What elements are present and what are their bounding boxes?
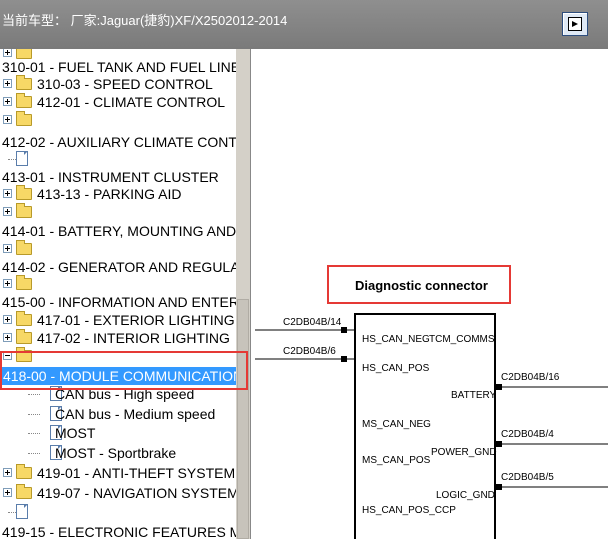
pin-label: MS_CAN_NEG xyxy=(362,419,431,430)
pin-label: HS_CAN_POS_CCP xyxy=(362,505,456,516)
expand-icon[interactable] xyxy=(3,207,12,216)
tree-item-label[interactable]: 310-01 - FUEL TANK AND FUEL LINES xyxy=(2,58,236,76)
pin-label: MS_CAN_POS xyxy=(362,455,431,466)
expand-icon[interactable] xyxy=(3,468,12,477)
pin-label: HS_CAN_NEG xyxy=(362,334,430,345)
diagram-title-highlight xyxy=(327,265,511,304)
tree-connector xyxy=(28,433,40,434)
tree-item-label[interactable]: 417-02 - INTERIOR LIGHTING xyxy=(37,329,230,347)
folder-icon xyxy=(16,240,32,255)
pin-label: BATTERY xyxy=(451,390,497,401)
title-bar: 当前车型： 厂家:Jaguar(捷豹)XF/X2502012-2014 xyxy=(0,0,608,49)
expand-icon[interactable] xyxy=(3,315,12,324)
pin-terminal xyxy=(496,384,502,390)
folder-icon xyxy=(16,75,32,90)
pin-terminal xyxy=(496,441,502,447)
expand-icon[interactable] xyxy=(3,189,12,198)
tree-item-label[interactable]: MOST - Sportbrake xyxy=(55,444,176,462)
expand-icon[interactable] xyxy=(3,488,12,497)
folder-icon xyxy=(16,93,32,108)
play-icon xyxy=(568,17,582,31)
wire-label: C2DB04B/6 xyxy=(283,346,336,357)
tree-item-label[interactable]: 414-01 - BATTERY, MOUNTING AND CABLES xyxy=(2,222,236,240)
pin-terminal xyxy=(341,356,347,362)
tree-connector xyxy=(28,394,40,395)
document-icon xyxy=(16,504,28,519)
expand-icon[interactable] xyxy=(3,79,12,88)
wire-label: C2DB04B/5 xyxy=(501,472,554,483)
section-tree[interactable]: 310-01 - FUEL TANK AND FUEL LINES 310-03 … xyxy=(0,49,236,539)
tree-item-label[interactable]: 419-07 - NAVIGATION SYSTEM xyxy=(37,484,236,502)
tree-connector xyxy=(28,453,40,454)
folder-icon xyxy=(16,329,32,344)
tree-selection-highlight xyxy=(0,351,248,390)
tree-scrollbar[interactable] xyxy=(236,49,250,539)
scrollbar-thumb[interactable] xyxy=(237,299,249,539)
folder-icon xyxy=(16,275,32,290)
expand-icon[interactable] xyxy=(3,244,12,253)
tree-item-label[interactable]: CAN bus - Medium speed xyxy=(55,405,215,423)
pin-terminal xyxy=(341,327,347,333)
folder-icon xyxy=(16,484,32,499)
wire-label: C2DB04B/16 xyxy=(501,372,560,383)
nav-button[interactable] xyxy=(562,12,588,36)
tree-connector xyxy=(28,414,40,415)
tree-item-label[interactable]: 414-02 - GENERATOR AND REGULATOR xyxy=(2,258,236,276)
tree-item-label[interactable]: 415-00 - INFORMATION AND ENTERTAINMENT xyxy=(2,293,236,311)
pin-label: POWER_GND xyxy=(431,447,497,458)
expand-icon[interactable] xyxy=(3,97,12,106)
folder-icon xyxy=(16,185,32,200)
folder-icon xyxy=(16,311,32,326)
wire-label: C2DB04B/14 xyxy=(283,317,342,328)
expand-icon[interactable] xyxy=(3,279,12,288)
tree-item-label[interactable]: 412-02 - AUXILIARY CLIMATE CONTROL xyxy=(2,133,236,151)
folder-icon xyxy=(16,203,32,218)
wire-label: C2DB04B/4 xyxy=(501,429,554,440)
tree-item-label[interactable]: 417-01 - EXTERIOR LIGHTING xyxy=(37,311,235,329)
expand-icon[interactable] xyxy=(3,333,12,342)
tree-item-label[interactable]: MOST xyxy=(55,424,95,442)
pin-label: TCM_COMMS xyxy=(429,334,495,345)
document-icon xyxy=(16,151,28,166)
expand-icon[interactable] xyxy=(3,49,12,57)
tree-item-label[interactable]: 412-01 - CLIMATE CONTROL xyxy=(37,93,225,111)
tree-item-label[interactable]: 413-01 - INSTRUMENT CLUSTER xyxy=(2,168,219,186)
pin-terminal xyxy=(496,484,502,490)
folder-icon xyxy=(16,111,32,126)
folder-icon xyxy=(16,464,32,479)
pin-label: HS_CAN_POS xyxy=(362,363,430,374)
tree-item-label[interactable]: 419-01 - ANTI-THEFT SYSTEM xyxy=(37,464,235,482)
tree-item-label[interactable]: 413-13 - PARKING AID xyxy=(37,185,181,203)
tree-item-label[interactable]: 310-03 - SPEED CONTROL xyxy=(37,75,213,93)
window-title: 当前车型： 厂家:Jaguar(捷豹)XF/X2502012-2014 xyxy=(2,13,288,28)
expand-icon[interactable] xyxy=(3,115,12,124)
tree-item-label[interactable]: 419-15 - ELECTRONIC FEATURES MODULE xyxy=(2,523,236,539)
pin-label: LOGIC_GND xyxy=(436,490,495,501)
